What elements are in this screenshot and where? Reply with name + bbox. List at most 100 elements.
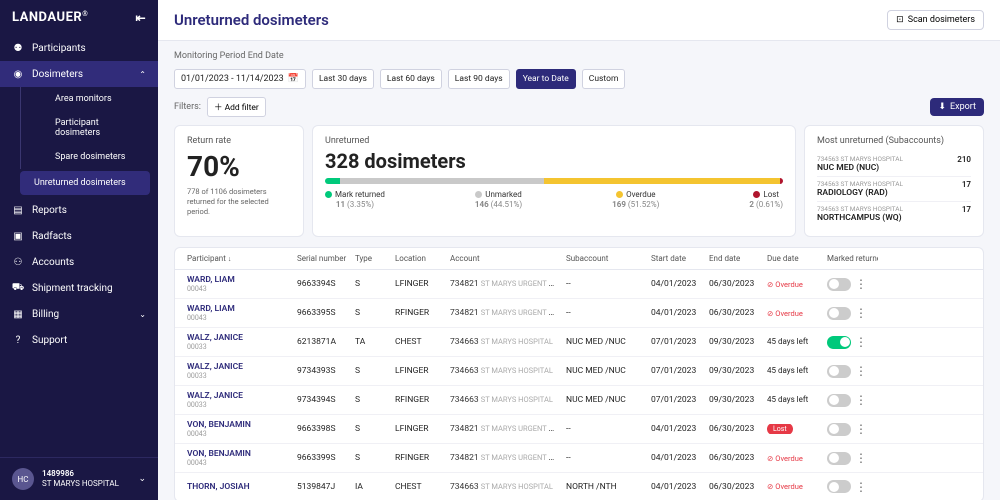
user-box[interactable]: HC 1489986 ST MARYS HOSPITAL ⌄ <box>0 457 158 500</box>
row-menu-icon[interactable]: ⋮ <box>855 394 867 406</box>
participant-link[interactable]: WARD, LIAM <box>187 304 289 314</box>
period-label: Monitoring Period End Date <box>174 51 284 61</box>
marked-toggle[interactable] <box>827 423 851 436</box>
sidebar-item-support[interactable]: ?Support <box>0 327 158 353</box>
date-range-input[interactable]: 01/01/2023 - 11/14/2023 📅 <box>174 69 306 89</box>
avatar: HC <box>12 468 34 490</box>
marked-toggle[interactable] <box>827 394 851 407</box>
participant-link[interactable]: WALZ, JANICE <box>187 391 289 401</box>
brand-logo: LANDAUER® ⇤ <box>0 0 158 35</box>
col-account[interactable]: Account <box>446 254 562 263</box>
dosimeter-table: Participant↓ Serial number Type Location… <box>174 247 984 500</box>
card-most-unreturned: Most unreturned (Subaccounts) 734563 ST … <box>804 125 984 237</box>
bar-segment-mark-returned <box>325 178 340 184</box>
chevron-down-icon[interactable]: ⌄ <box>138 474 146 484</box>
alert-icon: ⊘ <box>767 454 773 463</box>
col-start[interactable]: Start date <box>647 254 705 263</box>
sidebar-item-billing[interactable]: ▦Billing⌄ <box>0 301 158 327</box>
lost-badge: Lost <box>767 424 793 434</box>
sidebar-item-participants[interactable]: ⚉Participants <box>0 35 158 61</box>
calendar-icon: 📅 <box>288 74 299 84</box>
row-menu-icon[interactable]: ⋮ <box>855 278 867 290</box>
col-marked[interactable]: Marked returned <box>823 254 878 263</box>
preset-last-30-days[interactable]: Last 30 days <box>312 69 374 89</box>
marked-toggle[interactable] <box>827 452 851 465</box>
row-menu-icon[interactable]: ⋮ <box>855 423 867 435</box>
export-button[interactable]: ⬇ Export <box>930 98 984 116</box>
row-menu-icon[interactable]: ⋮ <box>855 307 867 319</box>
accounts-icon: ⚇ <box>12 256 24 268</box>
participant-link[interactable]: VON, BENJAMIN <box>187 449 289 459</box>
sidebar: LANDAUER® ⇤ ⚉Participants◉Dosimeters⌃Are… <box>0 0 158 500</box>
row-menu-icon[interactable]: ⋮ <box>855 365 867 377</box>
participant-link[interactable]: VON, BENJAMIN <box>187 420 289 430</box>
participant-link[interactable]: WALZ, JANICE <box>187 333 289 343</box>
download-icon: ⬇ <box>938 102 946 112</box>
sidebar-item-shipment-tracking[interactable]: ⛟Shipment tracking <box>0 275 158 301</box>
scan-dosimeters-button[interactable]: ⊡ Scan dosimeters <box>887 10 984 30</box>
preset-custom[interactable]: Custom <box>582 69 626 89</box>
sidebar-item-accounts[interactable]: ⚇Accounts <box>0 249 158 275</box>
preset-last-60-days[interactable]: Last 60 days <box>380 69 442 89</box>
most-item[interactable]: 734563 ST MARYS HOSPITALNUC MED (NUC)210 <box>817 152 971 177</box>
col-type[interactable]: Type <box>351 254 391 263</box>
legend-item: Lost2 (0.61%) <box>749 190 783 209</box>
col-subaccount[interactable]: Subaccount <box>562 254 647 263</box>
row-menu-icon[interactable]: ⋮ <box>855 336 867 348</box>
participant-link[interactable]: WALZ, JANICE <box>187 362 289 372</box>
sidebar-subitem-spare-dosimeters[interactable]: Spare dosimeters <box>20 145 158 169</box>
table-row: WALZ, JANICE000339734394SSRFINGER734663 … <box>175 386 983 415</box>
col-due[interactable]: Due date <box>763 254 823 263</box>
marked-toggle[interactable] <box>827 307 851 320</box>
marked-toggle[interactable] <box>827 336 851 349</box>
sidebar-item-reports[interactable]: ▤Reports <box>0 197 158 223</box>
unreturned-count: 328 dosimeters <box>325 149 783 173</box>
marked-toggle[interactable] <box>827 480 851 493</box>
user-info: 1489986 ST MARYS HOSPITAL <box>42 469 130 490</box>
marked-toggle[interactable] <box>827 278 851 291</box>
col-end[interactable]: End date <box>705 254 763 263</box>
preset-year-to-date[interactable]: Year to Date <box>516 69 576 89</box>
legend: Mark returned11 (3.35%)Unmarked146 (44.5… <box>325 190 783 209</box>
period-bar: Monitoring Period End Date <box>174 51 984 61</box>
sidebar-item-radfacts[interactable]: ▣Radfacts <box>0 223 158 249</box>
marked-toggle[interactable] <box>827 365 851 378</box>
participant-link[interactable]: WARD, LIAM <box>187 275 289 285</box>
legend-item: Unmarked146 (44.51%) <box>475 190 522 209</box>
sidebar-subitem-area-monitors[interactable]: Area monitors <box>20 87 158 111</box>
participant-link[interactable]: THORN, JOSIAH <box>187 482 289 492</box>
scan-icon: ⊡ <box>896 15 904 25</box>
preset-last-90-days[interactable]: Last 90 days <box>448 69 510 89</box>
period-presets: 01/01/2023 - 11/14/2023 📅 Last 30 days La… <box>174 69 984 89</box>
ship-icon: ⛟ <box>12 282 24 294</box>
report-icon: ▤ <box>12 204 24 216</box>
row-menu-icon[interactable]: ⋮ <box>855 481 867 493</box>
alert-icon: ⊘ <box>767 482 773 491</box>
chevron-up-icon: ⌃ <box>139 70 146 79</box>
most-item[interactable]: 734563 ST MARYS HOSPITALNORTHCAMPUS (WQ)… <box>817 202 971 226</box>
table-row: THORN, JOSIAH5139847JIACHEST734663 ST MA… <box>175 473 983 500</box>
col-serial[interactable]: Serial number <box>293 254 351 263</box>
cards: Return rate 70% 778 of 1106 dosimeters r… <box>174 125 984 237</box>
sidebar-subitem-participant-dosimeters[interactable]: Participant dosimeters <box>20 111 158 145</box>
filter-bar: Filters: ＋ Add filter ⬇ Export <box>174 97 984 117</box>
bar-segment-unmarked <box>340 178 544 184</box>
sidebar-item-dosimeters[interactable]: ◉Dosimeters⌃ <box>0 61 158 87</box>
radfacts-icon: ▣ <box>12 230 24 242</box>
status-bar <box>325 178 783 184</box>
col-location[interactable]: Location <box>391 254 446 263</box>
collapse-sidebar-icon[interactable]: ⇤ <box>135 11 146 25</box>
legend-item: Overdue169 (51.52%) <box>612 190 659 209</box>
col-participant[interactable]: Participant↓ <box>183 254 293 263</box>
dosimeter-icon: ◉ <box>12 68 24 80</box>
add-filter-button[interactable]: ＋ Add filter <box>207 97 266 117</box>
sort-desc-icon: ↓ <box>228 255 232 263</box>
overdue-badge: ⊘Overdue <box>767 454 819 463</box>
row-menu-icon[interactable]: ⋮ <box>855 452 867 464</box>
sidebar-subitem-unreturned-dosimeters[interactable]: Unreturned dosimeters <box>20 171 150 195</box>
header: Unreturned dosimeters ⊡ Scan dosimeters <box>158 0 1000 41</box>
users-icon: ⚉ <box>12 42 24 54</box>
most-item[interactable]: 734563 ST MARYS HOSPITALRADIOLOGY (RAD)1… <box>817 177 971 202</box>
bar-segment-overdue <box>544 178 780 184</box>
chevron-down-icon: ⌄ <box>139 310 146 319</box>
